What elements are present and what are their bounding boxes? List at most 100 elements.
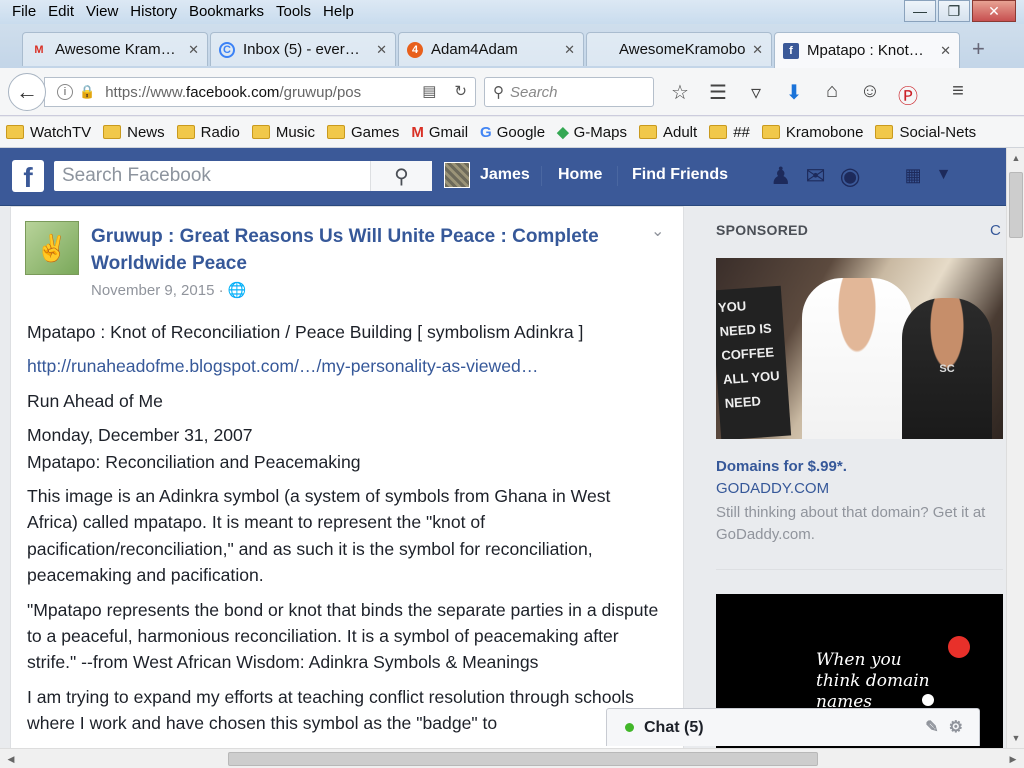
pocket-icon[interactable]: ▿	[744, 80, 768, 109]
bookmark-label: G-Maps	[573, 123, 627, 141]
info-icon[interactable]: i	[57, 84, 73, 100]
close-window-button[interactable]: ✕	[972, 0, 1016, 22]
create-ad-link[interactable]: C	[990, 222, 1001, 239]
tab-close-icon[interactable]: ✕	[564, 42, 575, 58]
hamburger-menu-icon[interactable]: ≡	[946, 80, 970, 109]
tab-label: Inbox (5) - ever…	[243, 41, 360, 58]
tab-close-icon[interactable]: ✕	[752, 42, 763, 58]
post-title[interactable]: Gruwup : Great Reasons Us Will Unite Pea…	[91, 223, 631, 277]
bookmarks-list-icon[interactable]: ☰	[706, 80, 730, 109]
browser-tab[interactable]: C Inbox (5) - ever… ✕	[210, 32, 396, 66]
public-globe-icon: 🌐	[227, 282, 247, 299]
menu-tools[interactable]: Tools	[270, 2, 317, 22]
maximize-button[interactable]: ❐	[938, 0, 970, 22]
bookmark-music[interactable]: Music	[251, 123, 316, 141]
new-message-icon[interactable]: ✎	[925, 717, 938, 737]
bookmark-gmail[interactable]: M Gmail	[411, 124, 468, 141]
sponsored-heading: SPONSORED	[716, 222, 809, 238]
bookmark-social-nets[interactable]: Social-Nets	[875, 124, 976, 141]
post-options-chevron-icon[interactable]: ⌄	[651, 221, 664, 241]
bookmark-adult[interactable]: Adult	[638, 124, 697, 141]
messages-icon[interactable]: ✉	[806, 162, 826, 191]
back-button[interactable]: ←	[8, 73, 46, 111]
ad-divider	[716, 569, 1003, 570]
vertical-scrollbar[interactable]: ▲ ▼	[1006, 148, 1024, 748]
reload-icon[interactable]: ↻	[454, 82, 467, 100]
page-content: ✌ Gruwup : Great Reasons Us Will Unite P…	[0, 206, 1006, 768]
bookmark-news[interactable]: News	[103, 124, 165, 141]
menu-help[interactable]: Help	[317, 2, 360, 22]
profile-link[interactable]: James	[444, 162, 530, 188]
horizontal-scroll-thumb[interactable]	[228, 752, 818, 766]
find-friends-link[interactable]: Find Friends	[632, 166, 728, 184]
ad-image-text: When you think domain names	[816, 650, 930, 712]
tab-label: Adam4Adam	[431, 41, 518, 58]
menu-bookmarks[interactable]: Bookmarks	[183, 2, 270, 22]
back-arrow-icon: ←	[16, 79, 38, 104]
bookmark-games[interactable]: Games	[327, 124, 399, 141]
facebook-search-button[interactable]: ⚲	[370, 161, 432, 191]
menu-view[interactable]: View	[80, 2, 124, 22]
bookmarks-toolbar: WatchTV News Radio Music Games M Gmail G Google ◆…	[0, 117, 1024, 148]
minimize-button[interactable]: —	[904, 0, 936, 22]
scroll-left-arrow-icon[interactable]: ◀	[2, 749, 20, 768]
quick-help-icon[interactable]: ▦	[905, 165, 922, 191]
bookmark-star-icon[interactable]: ☆	[668, 80, 692, 109]
bookmark-g-maps[interactable]: ◆ G-Maps	[557, 123, 627, 142]
chat-settings-gear-icon[interactable]: ⚙	[949, 717, 963, 737]
url-path: /gruwup/pos	[279, 83, 362, 101]
ad-title[interactable]: Domains for $.99*.	[716, 458, 847, 475]
page-avatar[interactable]: ✌	[25, 221, 79, 275]
bookmark-google[interactable]: G Google	[480, 124, 545, 141]
post-body: Mpatapo : Knot of Reconciliation / Peace…	[27, 319, 663, 745]
menu-history[interactable]: History	[124, 2, 183, 22]
emoji-icon[interactable]: ☺	[858, 80, 882, 109]
tab-label: AwesomeKramobo…	[619, 41, 746, 58]
bookmark-watchtv[interactable]: WatchTV	[6, 124, 91, 141]
reader-view-icon[interactable]: ▤	[422, 82, 436, 100]
vertical-scroll-thumb[interactable]	[1009, 172, 1023, 238]
post-date[interactable]: November 9, 2015 · 🌐	[91, 281, 246, 299]
friend-requests-icon[interactable]: ♟	[770, 162, 792, 191]
account-menu-icon[interactable]: ▼	[936, 166, 952, 191]
chat-bar[interactable]: Chat (5) ✎ ⚙	[606, 708, 980, 746]
window-controls: — ❐ ✕	[904, 0, 1016, 22]
tab-close-icon[interactable]: ✕	[940, 43, 951, 59]
menu-file[interactable]: File	[6, 2, 42, 22]
facebook-search-input[interactable]: Search Facebook ⚲	[54, 161, 432, 191]
folder-icon	[6, 125, 24, 139]
ad-image-coffee[interactable]: YOU NEED IS COFFEE ALL YOU NEED SC	[716, 258, 1003, 439]
home-icon[interactable]: ⌂	[820, 80, 844, 109]
url-bar[interactable]: i 🔒 https://www. facebook.com/gruwup/pos …	[44, 77, 476, 107]
tab-close-icon[interactable]: ✕	[376, 42, 387, 58]
bookmark-kramobone[interactable]: Kramobone	[761, 124, 863, 141]
scroll-up-arrow-icon[interactable]: ▲	[1007, 150, 1024, 166]
browser-tab[interactable]: f Mpatapo : Knot… ✕	[774, 32, 960, 68]
horizontal-scrollbar[interactable]: ◀ ▶	[0, 748, 1024, 768]
browser-search-input[interactable]: ⚲ Search	[484, 77, 654, 107]
home-link[interactable]: Home	[558, 166, 602, 184]
bookmark-hash[interactable]: ##	[709, 124, 750, 141]
browser-tab[interactable]: M Awesome Kram… ✕	[22, 32, 208, 66]
bookmark-label: News	[127, 123, 165, 141]
bookmark-label: Music	[275, 123, 316, 141]
browser-tab[interactable]: AwesomeKramobo… ✕	[586, 32, 772, 66]
maps-pin-icon: ◆	[557, 124, 569, 141]
ad-domain[interactable]: GODADDY.COM	[716, 480, 829, 497]
browser-window: File Edit View History Bookmarks Tools Help — …	[0, 0, 1024, 768]
download-icon[interactable]: ⬇	[782, 80, 806, 109]
tab-label: Mpatapo : Knot…	[807, 42, 924, 59]
facebook-logo[interactable]: f	[12, 160, 44, 192]
notifications-globe-icon[interactable]: ◉	[840, 162, 861, 191]
facebook-search-placeholder: Search Facebook	[62, 165, 211, 186]
menu-edit[interactable]: Edit	[42, 2, 80, 22]
browser-tab[interactable]: 4 Adam4Adam ✕	[398, 32, 584, 66]
post-link[interactable]: http://runaheadofme.blogspot.com/…/my-pe…	[27, 356, 538, 376]
new-tab-button[interactable]: +	[972, 36, 985, 62]
tab-close-icon[interactable]: ✕	[188, 42, 199, 58]
bookmark-radio[interactable]: Radio	[176, 124, 240, 141]
chat-label: Chat (5)	[644, 718, 704, 736]
scroll-right-arrow-icon[interactable]: ▶	[1004, 749, 1022, 768]
pinterest-icon[interactable]: Ⓟ	[896, 80, 920, 109]
scroll-down-arrow-icon[interactable]: ▼	[1007, 730, 1024, 746]
